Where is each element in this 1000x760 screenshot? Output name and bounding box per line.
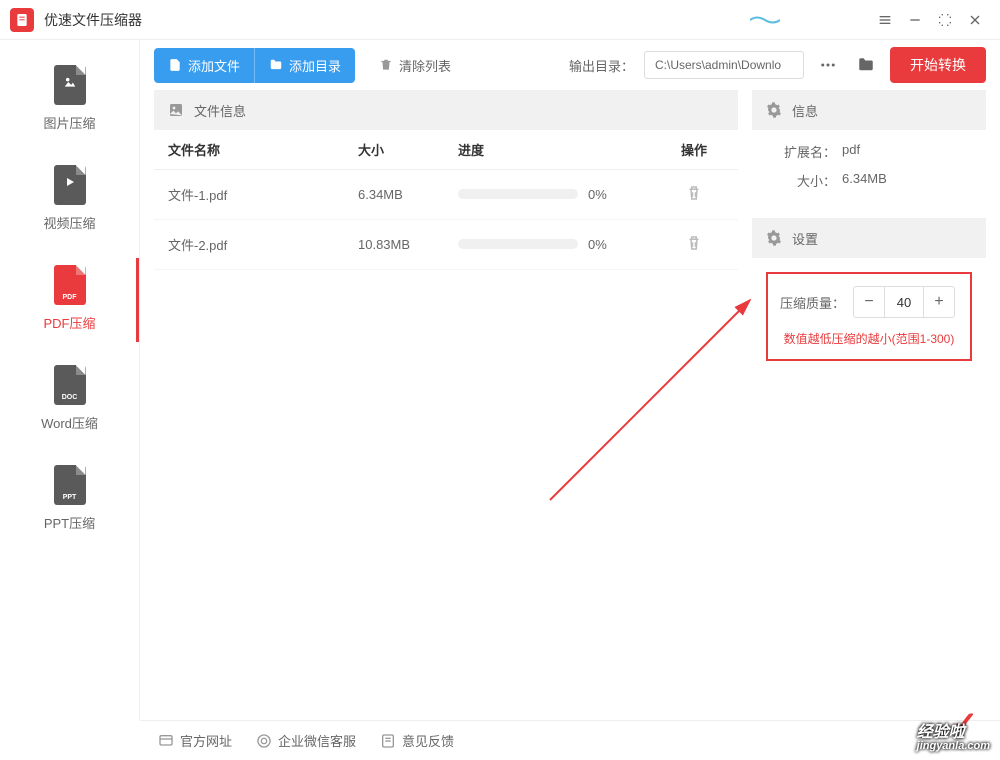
support-icon [256, 733, 272, 749]
sidebar-label: PPT压缩 [44, 513, 95, 532]
size-value: 6.34MB [842, 171, 887, 190]
sidebar-item-video[interactable]: 视频压缩 [0, 150, 139, 250]
add-dir-button[interactable]: 添加目录 [255, 48, 355, 83]
footer-feedback-link[interactable]: 意见反馈 [380, 731, 454, 750]
file-icon [168, 58, 182, 72]
footer: 官方网址 企业微信客服 意见反馈 [140, 720, 1000, 760]
sidebar-label: PDF压缩 [43, 313, 95, 332]
browse-folder-button[interactable] [852, 51, 880, 79]
feedback-icon [380, 733, 396, 749]
delete-row-button[interactable] [685, 190, 703, 205]
col-size: 大小 [358, 140, 458, 159]
info-header: 信息 [752, 90, 986, 130]
sidebar-label: 图片压缩 [43, 113, 95, 132]
output-path-input[interactable]: C:\Users\admin\Downlo [644, 51, 804, 79]
titlebar: 优速文件压缩器 [0, 0, 1000, 40]
convert-button[interactable]: 开始转换 [890, 47, 986, 83]
delete-row-button[interactable] [685, 240, 703, 255]
folder-icon [269, 58, 283, 72]
gear-icon [766, 102, 782, 118]
quality-highlight-box: 压缩质量： − + 数值越低压缩的越小(范围1-300) [766, 272, 972, 361]
col-name: 文件名称 [168, 140, 358, 159]
quality-minus-button[interactable]: − [854, 287, 884, 317]
progress-bar [458, 189, 578, 199]
app-title: 优速文件压缩器 [44, 10, 142, 30]
quality-input[interactable] [884, 287, 924, 317]
footer-support-link[interactable]: 企业微信客服 [256, 731, 356, 750]
clear-button[interactable]: 清除列表 [365, 48, 465, 83]
minimize-button[interactable] [900, 5, 930, 35]
sidebar-item-image[interactable]: 图片压缩 [0, 50, 139, 150]
add-file-button[interactable]: 添加文件 [154, 48, 255, 83]
col-action: 操作 [664, 140, 724, 159]
trash-icon [379, 58, 393, 72]
quality-stepper: − + [853, 286, 955, 318]
col-progress: 进度 [458, 140, 664, 159]
sidebar-item-pdf[interactable]: PDF PDF压缩 [0, 250, 139, 350]
maximize-button[interactable] [930, 5, 960, 35]
toolbar: 添加文件 添加目录 清除列表 输出目录： C:\Users\admin\Down… [140, 40, 1000, 90]
table-header: 文件名称 大小 进度 操作 [154, 130, 738, 170]
quality-label: 压缩质量： [780, 293, 845, 312]
app-logo [10, 8, 34, 32]
sidebar-label: Word压缩 [41, 413, 98, 432]
file-panel-header: 文件信息 [154, 90, 738, 130]
settings-header: 设置 [752, 218, 986, 258]
table-row: 文件-2.pdf 10.83MB 0% [154, 220, 738, 270]
sidebar: 图片压缩 视频压缩 PDF PDF压缩 DOC Word压缩 PPT PPT压缩 [0, 40, 140, 720]
menu-button[interactable] [870, 5, 900, 35]
sidebar-item-ppt[interactable]: PPT PPT压缩 [0, 450, 139, 550]
right-panel: 信息 扩展名： pdf 大小： 6.34MB 设置 [752, 90, 986, 720]
table-row: 文件-1.pdf 6.34MB 0% [154, 170, 738, 220]
ext-value: pdf [842, 142, 860, 161]
decorative-wave [750, 15, 780, 25]
gear-icon [766, 230, 782, 246]
quality-hint: 数值越低压缩的越小(范围1-300) [780, 330, 958, 347]
progress-bar [458, 239, 578, 249]
sidebar-label: 视频压缩 [43, 213, 95, 232]
file-panel: 文件信息 文件名称 大小 进度 操作 文件-1.pdf 6.34MB 0% 文件… [154, 90, 738, 720]
size-label: 大小： [766, 171, 836, 190]
globe-icon [158, 733, 174, 749]
quality-plus-button[interactable]: + [924, 287, 954, 317]
more-button[interactable] [814, 51, 842, 79]
image-icon [168, 102, 184, 118]
watermark: 经验啦 jingyanla.com [917, 725, 990, 752]
sidebar-item-word[interactable]: DOC Word压缩 [0, 350, 139, 450]
ext-label: 扩展名： [766, 142, 836, 161]
footer-site-link[interactable]: 官方网址 [158, 731, 232, 750]
close-button[interactable] [960, 5, 990, 35]
output-label: 输出目录： [569, 56, 634, 75]
